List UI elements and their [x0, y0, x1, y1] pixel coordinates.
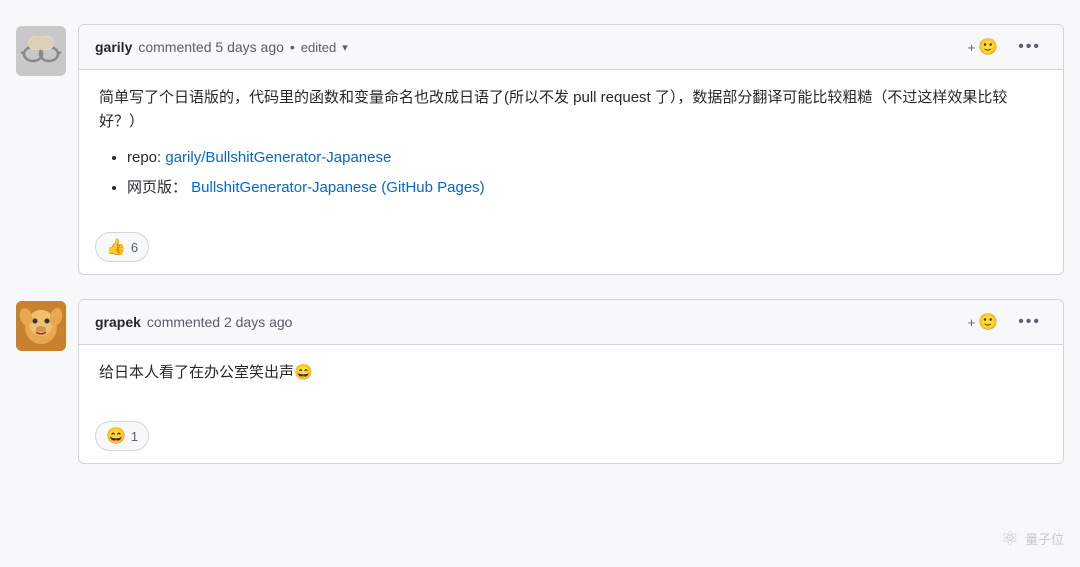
comment-link-1-2[interactable]: BullshitGenerator-Japanese (GitHub Pages… — [191, 179, 484, 196]
edited-label-1: edited — [301, 40, 336, 55]
comment-paragraph: 给日本人看了在办公室笑出声😄 — [99, 361, 1043, 385]
avatar-grapek — [16, 301, 66, 351]
comment-link-1-1[interactable]: garily/BullshitGenerator-Japanese — [165, 149, 391, 166]
comment-paragraph: 简单写了个日语版的，代码里的函数和变量命名也改成日语了(所以不发 pull re… — [99, 86, 1043, 134]
comment-author-1[interactable]: garily — [95, 39, 132, 55]
edited-arrow-1[interactable]: ▾ — [342, 41, 348, 54]
watermark-logo: ⚛ — [1001, 526, 1019, 551]
comment-box-2: grapek commented 2 days ago +🙂 ••• 给日本人看了在办公… — [78, 299, 1064, 464]
comment-reactions-1: 👍6 — [79, 224, 1063, 274]
comment-list-1: repo: garily/BullshitGenerator-Japanese 网… — [99, 146, 1043, 200]
comment-wrapper-1: garily commented 5 days ago • edited ▾ +🙂 ••• 简… — [16, 24, 1064, 275]
comment-header-right-1: +🙂 ••• — [964, 35, 1047, 59]
comment-box-1: garily commented 5 days ago • edited ▾ +🙂 ••• 简… — [78, 24, 1064, 275]
comment-header-2: grapek commented 2 days ago +🙂 ••• — [79, 300, 1063, 345]
reaction-pill-2-1[interactable]: 😄1 — [95, 421, 149, 451]
reaction-pill-1-1[interactable]: 👍6 — [95, 232, 149, 262]
comment-header-right-2: +🙂 ••• — [964, 310, 1047, 334]
reaction-emoji: 😄 — [106, 426, 126, 446]
comment-author-2[interactable]: grapek — [95, 314, 141, 330]
comment-header-1: garily commented 5 days ago • edited ▾ +🙂 ••• — [79, 25, 1063, 70]
more-options-btn-1[interactable]: ••• — [1012, 36, 1047, 58]
comment-body-2: 给日本人看了在办公室笑出声😄 — [79, 345, 1063, 413]
comment-wrapper-2: grapek commented 2 days ago +🙂 ••• 给日本人看了在办公… — [16, 299, 1064, 464]
reaction-count: 6 — [131, 240, 138, 255]
separator: • — [290, 39, 295, 55]
watermark-text: 量子位 — [1025, 529, 1064, 548]
comment-body-1: 简单写了个日语版的，代码里的函数和变量命名也改成日语了(所以不发 pull re… — [79, 70, 1063, 224]
reaction-emoji: 👍 — [106, 237, 126, 257]
comments-container: garily commented 5 days ago • edited ▾ +🙂 ••• 简… — [16, 16, 1064, 496]
list-item: repo: garily/BullshitGenerator-Japanese — [127, 146, 1043, 170]
avatar-garily — [16, 26, 66, 76]
comment-header-left-1: garily commented 5 days ago • edited ▾ — [95, 39, 348, 55]
comment-reactions-2: 😄1 — [79, 413, 1063, 463]
reaction-count: 1 — [131, 429, 138, 444]
add-reaction-btn-2[interactable]: +🙂 — [964, 310, 1003, 334]
comment-header-left-2: grapek commented 2 days ago — [95, 314, 292, 330]
watermark: ⚛ 量子位 — [1001, 526, 1064, 551]
list-item: 网页版： BullshitGenerator-Japanese (GitHub … — [127, 176, 1043, 200]
more-options-btn-2[interactable]: ••• — [1012, 311, 1047, 333]
add-reaction-btn-1[interactable]: +🙂 — [964, 35, 1003, 59]
comment-time-2: commented 2 days ago — [147, 314, 293, 330]
comment-time-1: commented 5 days ago — [138, 39, 284, 55]
